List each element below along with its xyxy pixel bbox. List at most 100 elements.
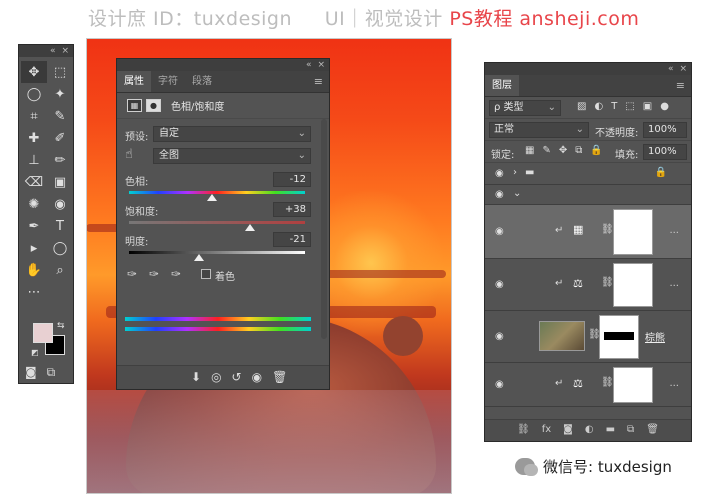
- ellipse-tool-icon[interactable]: ◯: [47, 237, 73, 259]
- filter-toggle-icon[interactable]: ●: [660, 101, 669, 112]
- link-icon[interactable]: ⛓: [601, 224, 614, 235]
- eraser-tool-icon[interactable]: ⌫: [21, 171, 47, 193]
- saturation-slider-thumb[interactable]: [245, 224, 256, 231]
- mask-icon[interactable]: ●: [146, 99, 161, 112]
- healing-brush-tool-icon[interactable]: ✚: [21, 127, 47, 149]
- smudge-tool-icon[interactable]: ✺: [21, 193, 47, 215]
- close-icon[interactable]: ×: [679, 64, 687, 74]
- clip-to-layer-icon[interactable]: ⬇: [191, 370, 201, 384]
- adjustment-filter-icon[interactable]: ◐: [594, 101, 603, 112]
- tab-properties[interactable]: 属性: [117, 71, 151, 92]
- layer-mask-thumbnail[interactable]: [613, 263, 653, 307]
- saturation-track[interactable]: [129, 221, 305, 231]
- fill-input[interactable]: 100%: [643, 144, 687, 160]
- shape-filter-icon[interactable]: ⬚: [625, 101, 634, 112]
- crop-tool-icon[interactable]: ⌗: [21, 105, 47, 127]
- panel-menu-icon[interactable]: ≡: [314, 71, 323, 93]
- trash-icon[interactable]: 🗑: [272, 370, 287, 384]
- view-previous-icon[interactable]: ◎: [211, 370, 221, 384]
- layers-titlebar[interactable]: «×: [485, 63, 691, 75]
- layer-mask-thumbnail[interactable]: [613, 209, 653, 255]
- layer-row-hue-saturation[interactable]: ◉ ↵ ▦ ⛓ ...: [485, 205, 691, 259]
- target-adjust-hand-icon[interactable]: ☝: [125, 147, 133, 162]
- gradient-tool-icon[interactable]: ▣: [47, 171, 73, 193]
- chevron-down-icon[interactable]: ⌄: [513, 188, 521, 199]
- preset-dropdown[interactable]: 自定 ⌄: [153, 126, 311, 142]
- collapse-icon[interactable]: «: [668, 64, 674, 74]
- collapse-icon[interactable]: «: [306, 60, 312, 70]
- lightness-slider-thumb[interactable]: [194, 254, 205, 261]
- clone-stamp-tool-icon[interactable]: ⊥: [21, 149, 47, 171]
- trash-icon[interactable]: 🗑: [646, 424, 659, 435]
- new-layer-icon[interactable]: ⧉: [627, 424, 634, 435]
- visibility-eye-icon[interactable]: ◉: [495, 379, 504, 390]
- fx-icon[interactable]: fx: [542, 424, 551, 435]
- layer-mask-thumbnail[interactable]: [613, 367, 653, 403]
- magic-wand-tool-icon[interactable]: ✦: [47, 83, 73, 105]
- properties-titlebar[interactable]: «×: [117, 59, 329, 71]
- path-selection-tool-icon[interactable]: ▸: [21, 237, 47, 259]
- visibility-eye-icon[interactable]: ◉: [495, 279, 504, 290]
- reset-icon[interactable]: ↺: [232, 370, 242, 384]
- dodge-tool-icon[interactable]: ◉: [47, 193, 73, 215]
- close-icon[interactable]: ×: [317, 60, 325, 70]
- lock-all-icon[interactable]: 🔒: [590, 145, 602, 156]
- brush-tool-icon[interactable]: ✐: [47, 127, 73, 149]
- link-icon[interactable]: ⛓: [601, 277, 614, 288]
- link-icon[interactable]: ⛓: [601, 377, 614, 388]
- eyedropper-minus-icon[interactable]: ✑: [171, 267, 181, 281]
- lock-artboard-icon[interactable]: ⧉: [575, 145, 582, 156]
- new-group-icon[interactable]: ▬: [606, 424, 615, 435]
- more-tools-icon[interactable]: ⋯: [21, 281, 47, 303]
- adjustment-icon[interactable]: ▦: [127, 99, 142, 112]
- properties-scrollbar[interactable]: [321, 119, 327, 339]
- lock-transparent-icon[interactable]: ▦: [525, 145, 534, 156]
- channel-dropdown[interactable]: 全图 ⌄: [153, 148, 311, 164]
- adjustment-layer-icon[interactable]: ◐: [585, 424, 594, 435]
- zoom-tool-icon[interactable]: ⌕: [47, 259, 73, 281]
- lightness-track[interactable]: [129, 251, 305, 261]
- layer-row-subgroup[interactable]: ◉ ⌄: [485, 185, 691, 205]
- colorize-checkbox[interactable]: [201, 269, 211, 279]
- layer-mask-thumbnail[interactable]: [599, 315, 639, 359]
- type-tool-icon[interactable]: T: [47, 215, 73, 237]
- tab-character[interactable]: 字符: [151, 71, 185, 92]
- type-filter-icon[interactable]: T: [611, 101, 617, 112]
- lock-pixels-icon[interactable]: ✎: [542, 145, 550, 156]
- add-mask-icon[interactable]: ◙: [563, 424, 573, 435]
- close-icon[interactable]: ×: [61, 46, 69, 56]
- layer-name[interactable]: 棕熊: [645, 329, 665, 344]
- layer-row-photo[interactable]: ◉ ⛓ 棕熊: [485, 311, 691, 363]
- chevron-right-icon[interactable]: ›: [513, 167, 517, 178]
- eyedropper-plus-icon[interactable]: ✑: [149, 267, 159, 281]
- filter-dropdown[interactable]: ρ 类型 ⌄: [489, 100, 561, 116]
- blend-mode-dropdown[interactable]: 正常 ⌄: [489, 122, 589, 138]
- collapse-icon[interactable]: «: [50, 46, 56, 56]
- saturation-input[interactable]: +38: [273, 202, 311, 217]
- pixel-filter-icon[interactable]: ▨: [577, 101, 586, 112]
- smart-object-filter-icon[interactable]: ▣: [643, 101, 652, 112]
- hue-track[interactable]: [129, 191, 305, 201]
- visibility-eye-icon[interactable]: ◉: [495, 331, 504, 342]
- screen-mode-icon[interactable]: ⧉: [47, 365, 56, 380]
- layer-row-group[interactable]: ◉ › ▬ 🔒: [485, 163, 691, 185]
- default-colors-icon[interactable]: ◩: [31, 348, 39, 357]
- panel-menu-icon[interactable]: ≡: [676, 75, 685, 97]
- visibility-eye-icon[interactable]: ◉: [495, 168, 504, 179]
- hue-slider-thumb[interactable]: [206, 194, 217, 201]
- move-tool-icon[interactable]: ✥: [21, 61, 47, 83]
- lasso-tool-icon[interactable]: ◯: [21, 83, 47, 105]
- lock-position-icon[interactable]: ✥: [559, 145, 567, 156]
- swap-colors-icon[interactable]: ⇆: [57, 321, 65, 331]
- history-brush-tool-icon[interactable]: ✏: [47, 149, 73, 171]
- tab-paragraph[interactable]: 段落: [185, 71, 219, 92]
- visibility-eye-icon[interactable]: ◉: [252, 370, 262, 384]
- foreground-color-swatch[interactable]: [33, 323, 53, 343]
- pen-tool-icon[interactable]: ✒: [21, 215, 47, 237]
- hue-input[interactable]: -12: [273, 172, 311, 187]
- visibility-eye-icon[interactable]: ◉: [495, 226, 504, 237]
- eyedropper-icon[interactable]: ✑: [127, 267, 137, 281]
- quick-mask-icon[interactable]: ◙: [25, 365, 37, 380]
- tab-layers[interactable]: 图层: [485, 75, 519, 96]
- visibility-eye-icon[interactable]: ◉: [495, 189, 504, 200]
